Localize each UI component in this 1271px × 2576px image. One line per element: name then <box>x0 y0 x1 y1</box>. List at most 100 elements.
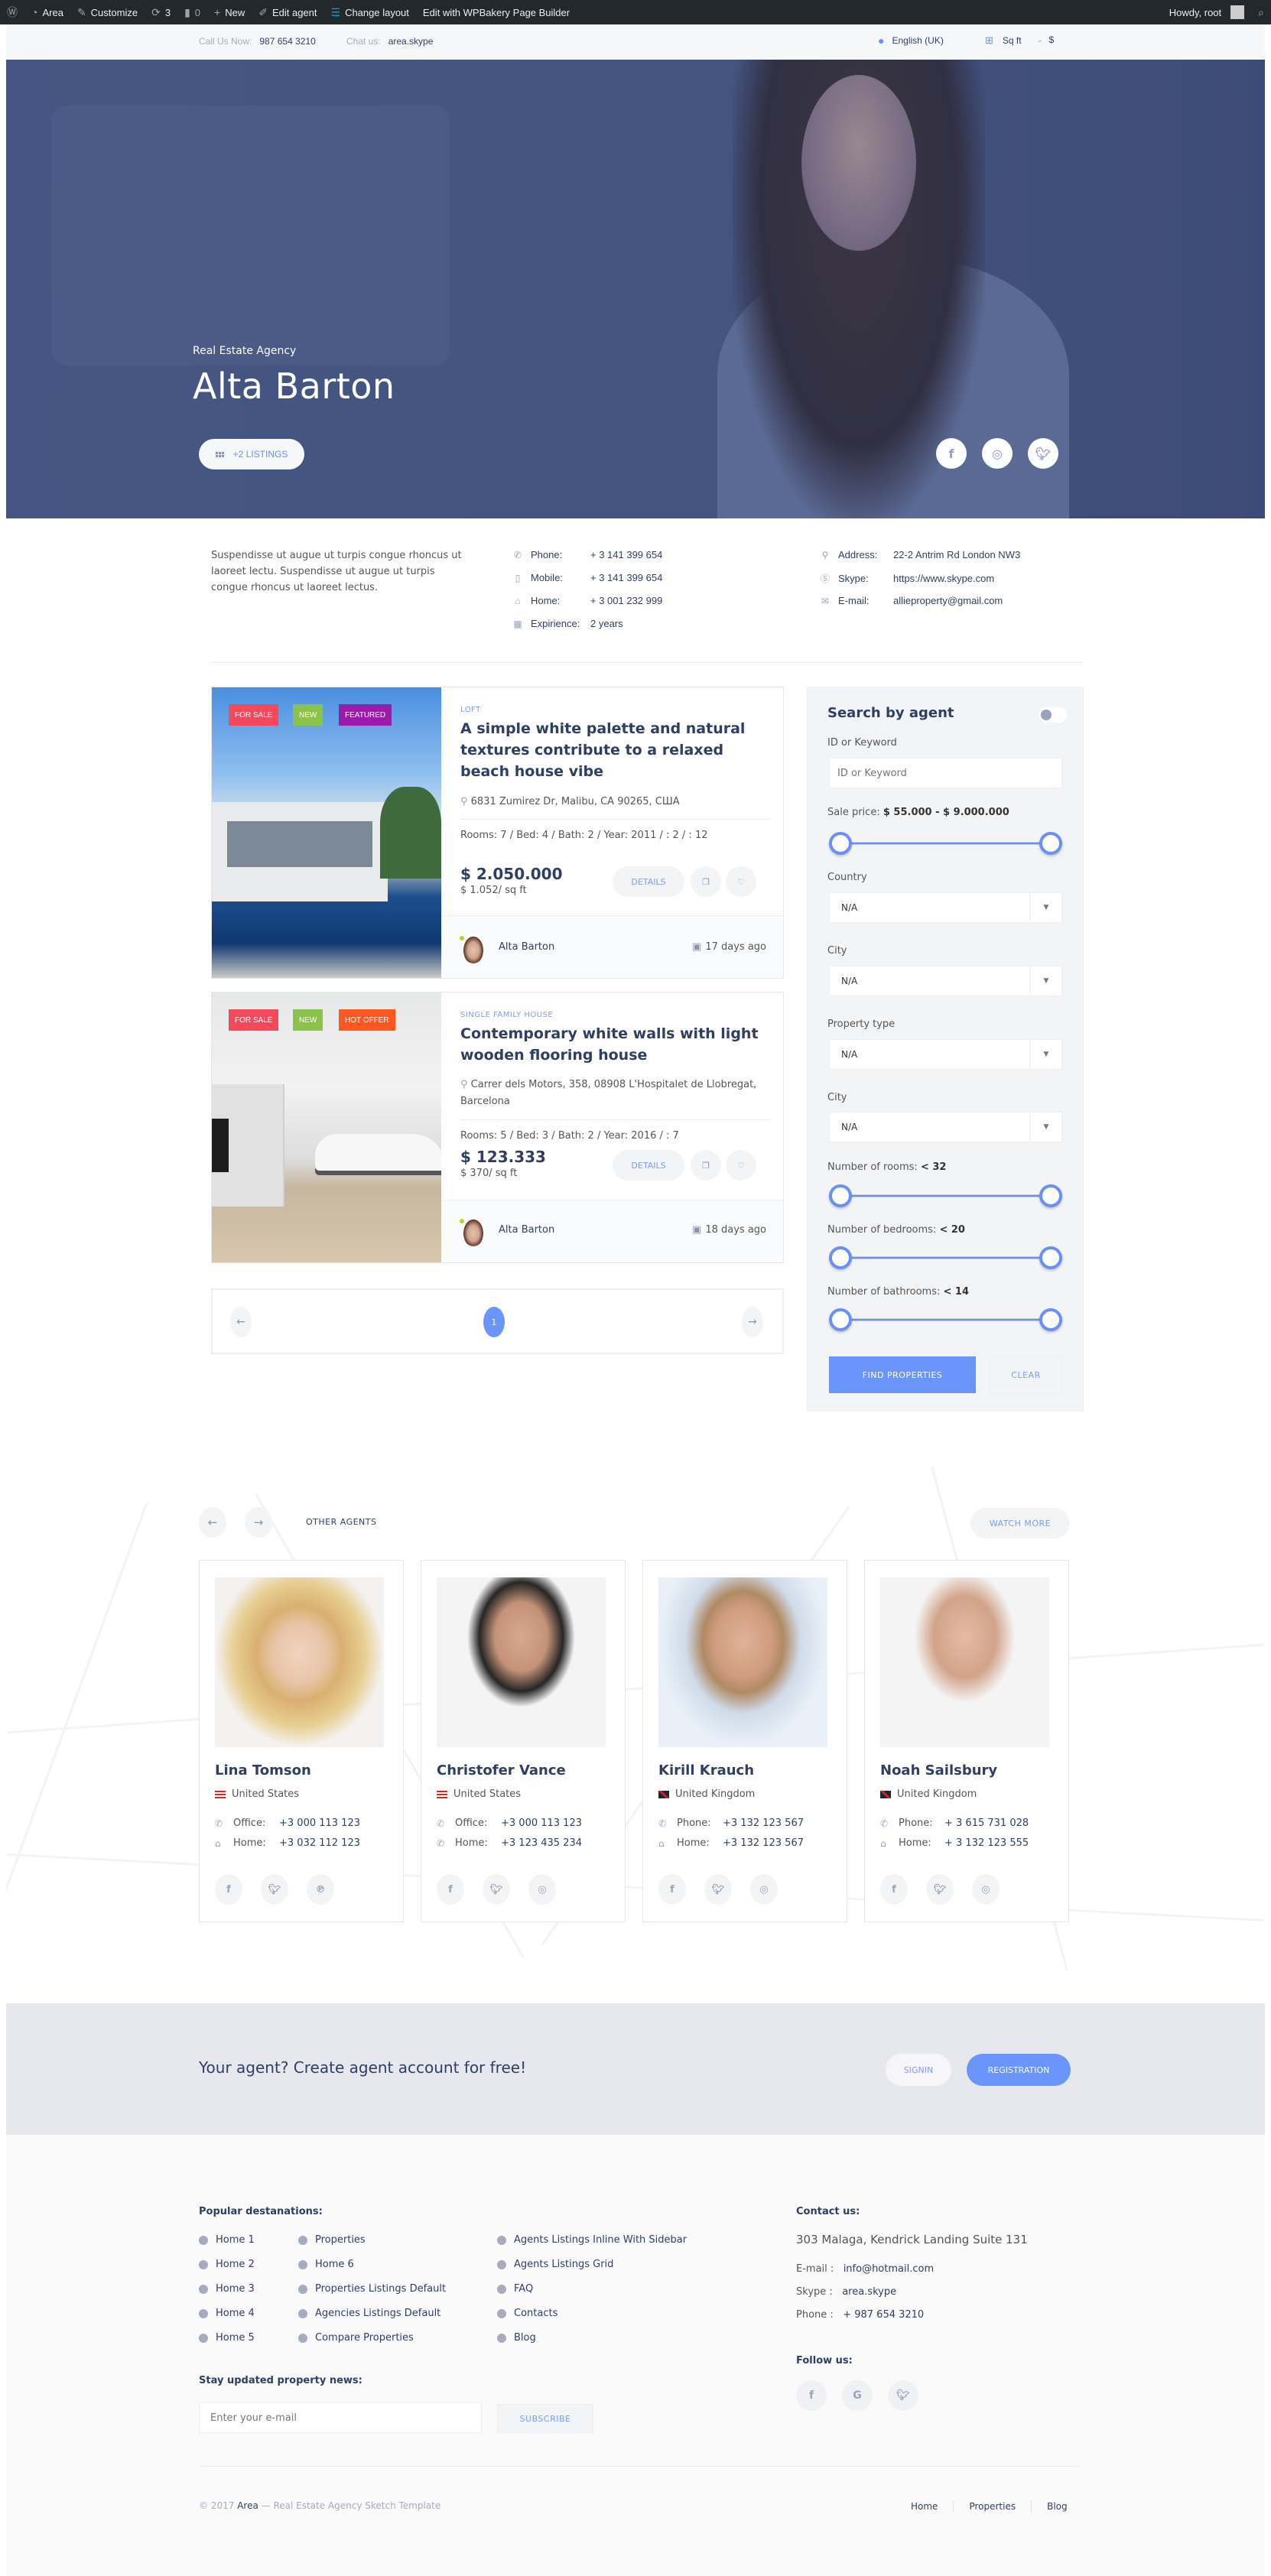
prev-page-button[interactable]: ← <box>230 1307 252 1337</box>
contact-value[interactable]: + 3 141 399 654 <box>590 549 662 560</box>
footer-link[interactable]: Agents Listings Inline With Sidebar <box>497 2234 687 2246</box>
admin-search-button[interactable]: ⌕ <box>1251 0 1271 24</box>
agent-contact-value[interactable]: +3 000 113 123 <box>279 1817 360 1829</box>
hero-instagram-button[interactable]: ◎ <box>982 438 1013 469</box>
agent-photo[interactable] <box>437 1577 606 1747</box>
agent-photo[interactable] <box>658 1577 827 1747</box>
footer-link[interactable]: Home 1 <box>199 2234 255 2246</box>
footer-link[interactable]: Home 6 <box>298 2259 354 2270</box>
footer-link[interactable]: Home 5 <box>199 2332 255 2344</box>
admin-customize-link[interactable]: ✎ Customize <box>70 0 145 24</box>
footer-link[interactable]: Agents Listings Grid <box>497 2259 613 2270</box>
footer-blog-link[interactable]: Blog <box>1047 2501 1068 2512</box>
country-select[interactable]: N/A ▼ <box>829 892 1062 923</box>
rooms-slider[interactable] <box>829 1183 1062 1209</box>
hero-facebook-button[interactable]: f <box>936 438 967 469</box>
copyright-brand[interactable]: Area <box>237 2500 258 2511</box>
footer-link[interactable]: FAQ <box>497 2283 533 2295</box>
currency-selector[interactable]: ⌄ $ <box>1037 34 1054 45</box>
footer-link[interactable]: Agencies Listings Default <box>298 2308 440 2319</box>
contact-value[interactable]: https://www.skype.com <box>893 573 994 584</box>
admin-change-layout-link[interactable]: ☰ Change layout <box>324 0 416 24</box>
footer-twitter-button[interactable]: 🐦︎ <box>888 2380 918 2411</box>
agent-photo[interactable] <box>215 1577 384 1747</box>
contact-value[interactable]: + 3 141 399 654 <box>590 572 662 583</box>
registration-button[interactable]: REGISTRATION <box>967 2054 1071 2086</box>
admin-site-link[interactable]: ◔ Area <box>24 0 70 24</box>
footer-google-button[interactable]: G <box>842 2380 873 2411</box>
agent-twitter-button[interactable]: 🐦︎ <box>483 1874 510 1905</box>
agent-facebook-button[interactable]: f <box>658 1874 686 1905</box>
slider-min-handle[interactable] <box>829 1308 852 1331</box>
agent-card-name[interactable]: Christofer Vance <box>437 1762 566 1779</box>
property-title[interactable]: A simple white palette and natural textu… <box>460 718 766 782</box>
contact-value[interactable]: + 3 001 232 999 <box>590 595 662 606</box>
city2-select[interactable]: N/A ▼ <box>829 1112 1062 1142</box>
keyword-input[interactable] <box>829 758 1062 788</box>
agent-facebook-button[interactable]: f <box>437 1874 464 1905</box>
footer-phone-value[interactable]: + 987 654 3210 <box>843 2309 924 2321</box>
bedrooms-slider[interactable] <box>829 1245 1062 1271</box>
admin-wpbakery-link[interactable]: Edit with WPBakery Page Builder <box>416 0 577 24</box>
agent-instagram-button[interactable]: ◎ <box>750 1874 778 1905</box>
footer-link[interactable]: Blog <box>497 2332 536 2344</box>
agent-twitter-button[interactable]: 🐦︎ <box>704 1874 732 1905</box>
details-button[interactable]: DETAILS <box>613 866 684 897</box>
agents-next-button[interactable]: → <box>245 1507 272 1538</box>
agent-contact-value[interactable]: +3 132 123 567 <box>723 1817 804 1829</box>
property-title[interactable]: Contemporary white walls with light wood… <box>460 1023 766 1066</box>
slider-min-handle[interactable] <box>829 1184 852 1207</box>
compare-button[interactable]: ❐ <box>691 866 721 897</box>
agent-contact-value[interactable]: +3 132 123 567 <box>723 1837 804 1849</box>
footer-link[interactable]: Home 3 <box>199 2283 255 2295</box>
chat-us-value[interactable]: area.skype <box>388 36 434 47</box>
search-toggle[interactable] <box>1039 707 1067 723</box>
watch-more-button[interactable]: WATCH MORE <box>970 1508 1070 1538</box>
footer-properties-link[interactable]: Properties <box>969 2501 1016 2512</box>
favorite-button[interactable]: ♡ <box>726 866 756 897</box>
bathrooms-slider[interactable] <box>829 1307 1062 1333</box>
property-category[interactable]: SINGLE FAMILY HOUSE <box>460 1011 553 1019</box>
page-1-button[interactable]: 1 <box>483 1307 505 1337</box>
property-photo[interactable] <box>212 992 441 1262</box>
property-photo[interactable] <box>212 687 441 978</box>
agent-contact-value[interactable]: +3 000 113 123 <box>501 1817 582 1829</box>
footer-link[interactable]: Properties <box>298 2234 366 2246</box>
language-selector[interactable]: ● English (UK) <box>878 34 944 47</box>
contact-value[interactable]: allieproperty@gmail.com <box>893 595 1003 606</box>
hero-twitter-button[interactable]: 🐦︎ <box>1028 438 1058 469</box>
property-type-select[interactable]: N/A ▼ <box>829 1039 1062 1070</box>
call-us-value[interactable]: 987 654 3210 <box>259 36 315 47</box>
contact-value[interactable]: 2 years <box>590 618 623 629</box>
agent-pinterest-button[interactable]: ℗ <box>307 1874 334 1905</box>
details-button[interactable]: DETAILS <box>613 1150 684 1181</box>
agent-contact-value[interactable]: + 3 615 731 028 <box>944 1817 1029 1829</box>
footer-link[interactable]: Properties Listings Default <box>298 2283 446 2295</box>
price-slider[interactable] <box>829 830 1062 856</box>
agent-instagram-button[interactable]: ◎ <box>972 1874 1000 1905</box>
agent-twitter-button[interactable]: 🐦︎ <box>261 1874 288 1905</box>
slider-max-handle[interactable] <box>1039 832 1062 855</box>
footer-link[interactable]: Compare Properties <box>298 2332 414 2344</box>
agent-instagram-button[interactable]: ◎ <box>528 1874 556 1905</box>
wordpress-logo-button[interactable]: Ⓦ <box>0 0 24 24</box>
agent-name-link[interactable]: Alta Barton <box>499 1224 554 1236</box>
agent-twitter-button[interactable]: 🐦︎ <box>926 1874 954 1905</box>
find-properties-button[interactable]: FIND PROPERTIES <box>829 1356 976 1393</box>
agent-name-link[interactable]: Alta Barton <box>499 941 554 953</box>
footer-skype-value[interactable]: area.skype <box>842 2286 896 2298</box>
slider-min-handle[interactable] <box>829 1246 852 1269</box>
next-page-button[interactable]: → <box>742 1307 763 1337</box>
newsletter-email-input[interactable] <box>199 2402 482 2433</box>
admin-account-menu[interactable]: Howdy, root <box>1162 0 1251 24</box>
contact-value[interactable]: 22-2 Antrim Rd London NW3 <box>893 549 1020 560</box>
agent-contact-value[interactable]: +3 123 435 234 <box>501 1837 582 1849</box>
agent-card-name[interactable]: Noah Sailsbury <box>880 1762 997 1779</box>
favorite-button[interactable]: ♡ <box>726 1150 756 1181</box>
agent-facebook-button[interactable]: f <box>880 1874 908 1905</box>
footer-facebook-button[interactable]: f <box>796 2380 827 2411</box>
admin-new-link[interactable]: + New <box>207 0 252 24</box>
footer-link[interactable]: Home 4 <box>199 2308 255 2319</box>
subscribe-button[interactable]: SUBSCRIBE <box>497 2404 593 2433</box>
agents-prev-button[interactable]: ← <box>199 1507 226 1538</box>
